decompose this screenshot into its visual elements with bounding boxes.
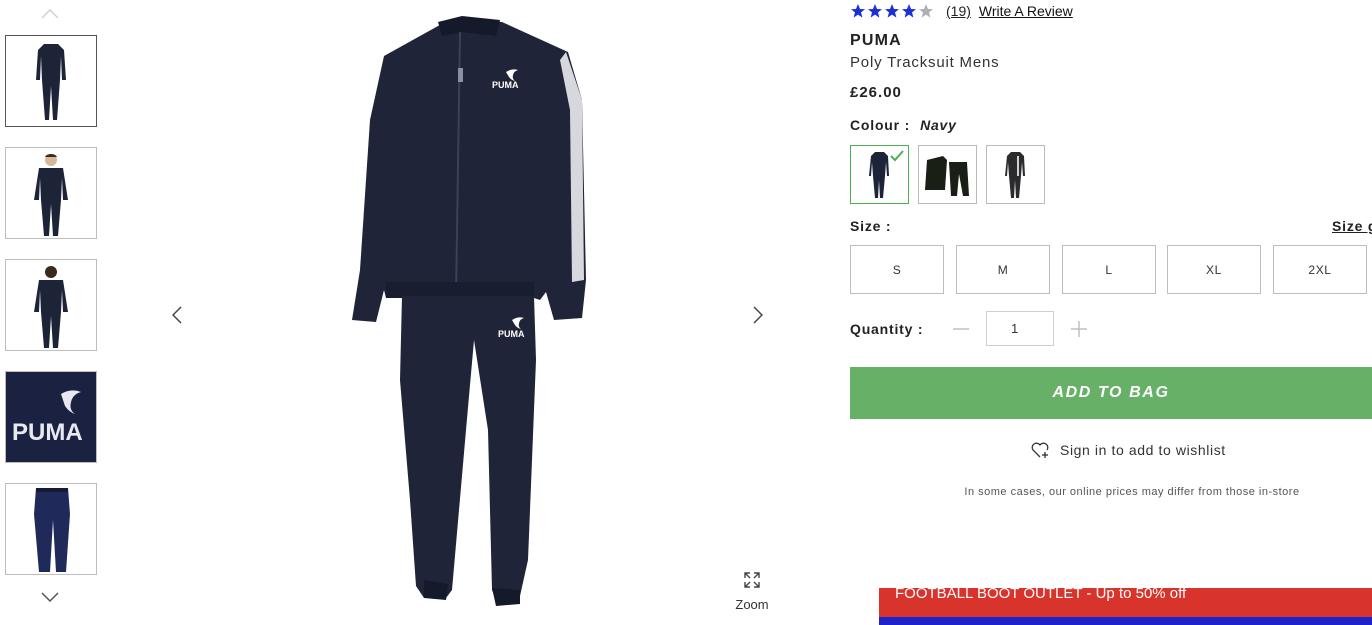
puma-logo-thumbnail-image: PUMA — [12, 390, 83, 446]
pants-logo-text: PUMA — [498, 329, 525, 339]
main-product-image: PUMA PUMA — [352, 16, 586, 606]
size-button-xl[interactable]: XL — [1167, 245, 1261, 294]
size-button-l[interactable]: L — [1062, 245, 1156, 294]
brand-name: PUMA — [850, 32, 902, 49]
rating-row: (19) Write A Review — [850, 3, 1073, 19]
thumbnail-2[interactable] — [5, 147, 97, 239]
gallery-prev-button[interactable] — [166, 304, 188, 326]
thumbnail-4[interactable]: PUMA — [5, 371, 97, 463]
thumbnails-up-arrow[interactable] — [40, 6, 60, 22]
plus-icon — [1071, 321, 1087, 337]
size-button-m[interactable]: M — [956, 245, 1050, 294]
quantity-input[interactable] — [986, 311, 1054, 346]
svg-text:PUMA: PUMA — [12, 419, 83, 446]
chevron-down-icon — [41, 592, 59, 602]
model-front-thumbnail-image — [34, 153, 68, 236]
colour-swatch-grey[interactable] — [986, 145, 1045, 204]
quantity-decrease-button[interactable] — [950, 318, 972, 340]
star-filled-icon — [851, 4, 865, 18]
selected-check-icon — [890, 150, 904, 162]
gallery-next-button[interactable] — [747, 304, 769, 326]
thumbnail-5[interactable] — [5, 483, 97, 575]
write-review-link[interactable]: Write A Review — [979, 3, 1073, 19]
minus-icon — [953, 328, 969, 330]
colour-swatch-black-green[interactable] — [918, 145, 977, 204]
star-filled-icon — [885, 4, 899, 18]
colour-value: Navy — [920, 117, 957, 133]
chevron-left-icon — [172, 306, 182, 324]
price-disclaimer: In some cases, our online prices may dif… — [964, 486, 1300, 498]
expand-icon — [744, 572, 760, 588]
wishlist-label: Sign in to add to wishlist — [1060, 442, 1226, 458]
promo-text: FOOTBALL BOOT OUTLET - Up to 50% off — [895, 588, 1187, 602]
jacket-logo-text: PUMA — [492, 80, 519, 90]
star-filled-icon — [902, 4, 916, 18]
grey-swatch-image — [1005, 152, 1025, 198]
model-back-thumbnail-image — [34, 266, 68, 348]
size-button-s[interactable]: S — [850, 245, 944, 294]
thumbnails-down-arrow[interactable] — [40, 589, 60, 605]
heart-plus-icon — [1031, 442, 1049, 458]
zoom-label: Zoom — [735, 597, 769, 612]
thumbnail-3[interactable] — [5, 259, 97, 351]
colour-row: Colour : Navy — [850, 117, 957, 133]
colour-label: Colour : — [850, 117, 911, 133]
quantity-label: Quantity : — [850, 321, 924, 337]
black-swatch-image — [925, 156, 969, 196]
product-price: £26.00 — [850, 84, 902, 101]
colour-swatch-navy[interactable] — [850, 145, 909, 204]
size-button-2xl[interactable]: 2XL — [1273, 245, 1367, 294]
star-filled-icon — [868, 4, 882, 18]
promo-banner[interactable]: FOOTBALL BOOT OUTLET - Up to 50% off — [879, 588, 1372, 625]
quantity-increase-button[interactable] — [1068, 318, 1090, 340]
chevron-right-icon — [753, 306, 763, 324]
add-to-bag-button[interactable]: ADD TO BAG — [850, 367, 1372, 419]
promo-stripe — [879, 617, 1372, 625]
pants-thumbnail-image — [34, 488, 70, 572]
navy-swatch-image — [869, 150, 904, 198]
rating-stars — [850, 3, 934, 19]
product-title: Poly Tracksuit Mens — [850, 54, 1000, 71]
star-empty-icon — [919, 4, 933, 18]
tracksuit-thumbnail-image — [36, 44, 66, 120]
size-guide-link[interactable]: Size g — [1332, 218, 1372, 234]
zoom-button[interactable]: Zoom — [726, 572, 778, 612]
wishlist-link[interactable]: Sign in to add to wishlist — [1030, 441, 1226, 459]
size-label: Size : — [850, 218, 892, 234]
rating-count-link[interactable]: (19) — [946, 3, 971, 19]
chevron-up-icon — [41, 9, 59, 19]
thumbnail-1[interactable] — [5, 35, 97, 127]
